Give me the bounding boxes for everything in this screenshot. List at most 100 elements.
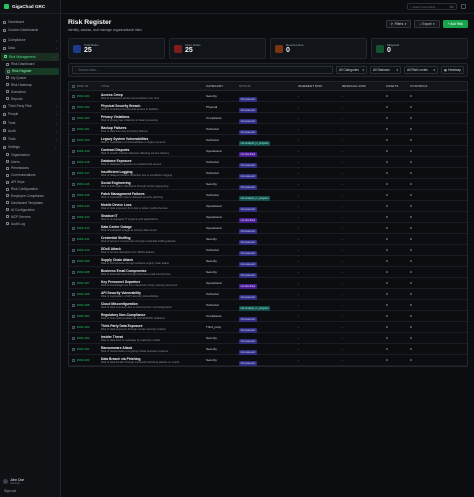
nav-settings-sub-2[interactable]: Permissions: [0, 165, 60, 172]
nav-settings-sub-7[interactable]: Dashboard Templates: [0, 199, 60, 206]
row-checkbox[interactable]: [72, 193, 75, 197]
column-header[interactable]: TITLE: [99, 84, 206, 88]
column-header[interactable]: ASSETS: [386, 84, 410, 88]
nav-settings-sub-1[interactable]: Users: [0, 158, 60, 165]
nav-settings-sub-6[interactable]: Employee Compliance: [0, 193, 60, 200]
risk-id-link[interactable]: RISK-003: [77, 325, 90, 329]
nav-risk-management[interactable]: Risk Management ⌄: [1, 52, 59, 61]
risk-id-link[interactable]: RISK-006: [77, 292, 90, 296]
row-checkbox[interactable]: [72, 358, 75, 362]
row-checkbox[interactable]: [72, 314, 75, 318]
nav-compliance[interactable]: Compliance ›: [0, 36, 60, 44]
row-checkbox[interactable]: [72, 116, 75, 120]
row-checkbox[interactable]: [72, 226, 75, 230]
filters-button[interactable]: ⚲ Filters ▾: [385, 20, 412, 28]
nav-risk-sub-2[interactable]: My Queue: [0, 75, 60, 82]
sign-out-link[interactable]: Sign out: [4, 489, 16, 493]
column-header[interactable]: CONTROLS: [410, 84, 467, 88]
row-checkbox[interactable]: [72, 237, 75, 241]
table-row[interactable]: RISK-000 Data Breach via Phishing Risk of …: [69, 355, 467, 366]
risk-id-link[interactable]: RISK-010: [77, 248, 90, 252]
nav-trust[interactable]: Trust ›: [0, 118, 60, 126]
nav-tools[interactable]: Tools ›: [0, 135, 60, 143]
nav-dashboard[interactable]: Dashboard: [0, 18, 60, 26]
row-checkbox[interactable]: [72, 259, 75, 263]
risk-id-link[interactable]: RISK-014: [77, 204, 90, 208]
risk-id-link[interactable]: RISK-002: [77, 336, 90, 340]
nav-settings-sub-0[interactable]: Organization: [0, 151, 60, 158]
row-checkbox[interactable]: [72, 270, 75, 274]
nav-third-party[interactable]: Third-Party Risk ›: [0, 102, 60, 110]
row-checkbox[interactable]: [72, 182, 75, 186]
nav-people[interactable]: People ›: [0, 110, 60, 118]
risk-id-link[interactable]: RISK-020: [77, 138, 90, 142]
column-header[interactable]: INHERENT RISK: [298, 84, 342, 88]
column-header[interactable]: RISK ID: [69, 84, 99, 88]
nav-risk-sub-3[interactable]: Risk Heatmap: [0, 81, 60, 88]
risk-id-link[interactable]: RISK-019: [77, 149, 90, 153]
nav-settings-sub-9[interactable]: MCP Servers: [0, 213, 60, 220]
column-header[interactable]: CATEGORY: [206, 84, 239, 88]
notifications-icon[interactable]: [461, 4, 466, 9]
risk-id-link[interactable]: RISK-001: [77, 347, 90, 351]
risk-id-link[interactable]: RISK-024: [77, 94, 90, 98]
status-select[interactable]: All Statuses ▾: [370, 66, 402, 74]
row-checkbox[interactable]: [72, 292, 75, 296]
heatmap-button[interactable]: ▦ Heatmap: [441, 66, 464, 74]
nav-settings[interactable]: Settings ⌄: [0, 143, 60, 151]
risk-id-link[interactable]: RISK-009: [77, 259, 90, 263]
risk-id-link[interactable]: RISK-007: [77, 281, 90, 285]
nav-risk-sub-4[interactable]: Scenarios: [0, 88, 60, 95]
row-checkbox[interactable]: [72, 94, 75, 98]
category-select[interactable]: All Categories ▾: [336, 66, 368, 74]
global-search-input[interactable]: ⌕ Search everything... ⌘K: [407, 3, 457, 10]
risk-id-link[interactable]: RISK-017: [77, 171, 90, 175]
nav-settings-sub-5[interactable]: Risk Configuration: [0, 186, 60, 193]
nav-risk-sub-1[interactable]: Risk Register: [5, 67, 59, 75]
nav-settings-sub-3[interactable]: Communications: [0, 172, 60, 179]
risk-id-link[interactable]: RISK-008: [77, 270, 90, 274]
nav-audit[interactable]: Audit ›: [0, 127, 60, 135]
risk-id-link[interactable]: RISK-015: [77, 193, 90, 197]
row-checkbox[interactable]: [72, 281, 75, 285]
row-checkbox[interactable]: [72, 171, 75, 175]
nav-custom-dashboards[interactable]: Custom Dashboards: [0, 26, 60, 34]
row-checkbox[interactable]: [72, 160, 75, 164]
row-checkbox[interactable]: [72, 303, 75, 307]
nav-risk-sub-0[interactable]: Risk Dashboard: [0, 61, 60, 68]
row-checkbox[interactable]: [72, 149, 75, 153]
risk-id-link[interactable]: RISK-021: [77, 127, 90, 131]
nav-settings-sub-10[interactable]: Audit Log: [0, 220, 60, 227]
column-header[interactable]: RESIDUAL RISK: [342, 84, 386, 88]
nav-settings-sub-4[interactable]: API Keys: [0, 179, 60, 186]
nav-risk-sub-5[interactable]: Reports: [0, 95, 60, 102]
risk-id-link[interactable]: RISK-023: [77, 105, 90, 109]
row-checkbox[interactable]: [72, 138, 75, 142]
user-profile[interactable]: John Doe admin@...: [3, 478, 24, 485]
select-all-checkbox[interactable]: [72, 84, 75, 88]
risk-id-link[interactable]: RISK-005: [77, 303, 90, 307]
row-checkbox[interactable]: [72, 105, 75, 109]
risk-id-link[interactable]: RISK-013: [77, 215, 90, 219]
risk-id-link[interactable]: RISK-004: [77, 314, 90, 318]
nav-settings-sub-0-label: Organization: [11, 152, 30, 157]
row-checkbox[interactable]: [72, 248, 75, 252]
risk-id-link[interactable]: RISK-022: [77, 116, 90, 120]
nav-data[interactable]: Data ›: [0, 44, 60, 52]
risk-level-select[interactable]: All Risk Levels ▾: [404, 66, 439, 74]
row-checkbox[interactable]: [72, 347, 75, 351]
risk-search-input[interactable]: ⌕ Search risks...: [72, 66, 334, 74]
row-checkbox[interactable]: [72, 204, 75, 208]
export-button[interactable]: ⤓ Export ▾: [414, 20, 440, 28]
row-checkbox[interactable]: [72, 336, 75, 340]
row-checkbox[interactable]: [72, 325, 75, 329]
row-checkbox[interactable]: [72, 215, 75, 219]
risk-id-link[interactable]: RISK-018: [77, 160, 90, 164]
row-checkbox[interactable]: [72, 127, 75, 131]
risk-id-link[interactable]: RISK-016: [77, 182, 90, 186]
risk-id-link[interactable]: RISK-012: [77, 226, 90, 230]
risk-id-link[interactable]: RISK-011: [77, 237, 89, 241]
risk-id-link[interactable]: RISK-000: [77, 358, 90, 362]
nav-settings-sub-8[interactable]: AI Configuration: [0, 206, 60, 213]
add-risk-button[interactable]: + Add Risk: [442, 20, 468, 28]
